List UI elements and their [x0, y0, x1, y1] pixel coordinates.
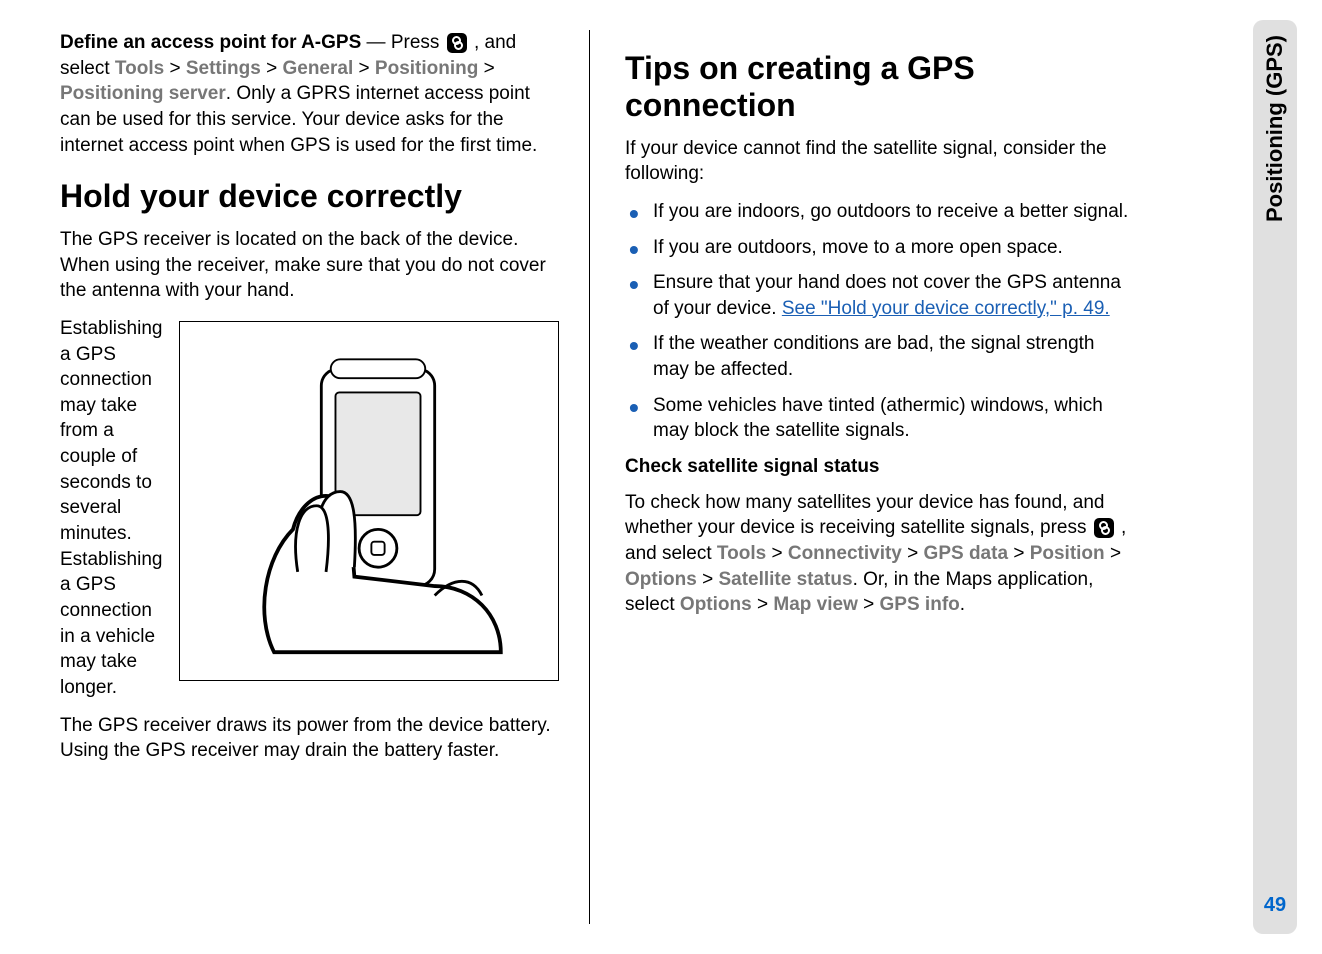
text-p1a: To check how many satellites your device…: [625, 492, 1105, 539]
nav-tools: Tools: [115, 58, 164, 79]
heading-tips-gps: Tips on creating a GPS connection: [625, 50, 1130, 124]
nav2-gps-data: GPS data: [924, 543, 1008, 564]
tips-list: If you are indoors, go outdoors to recei…: [625, 199, 1130, 444]
cross-ref-hold-device[interactable]: See "Hold your device correctly," p. 49.: [782, 298, 1110, 319]
nav2-tools: Tools: [717, 543, 766, 564]
page-number: 49: [1264, 892, 1286, 919]
gps-receiver-location-paragraph: The GPS receiver is located on the back …: [60, 227, 559, 304]
image-text-block: Establishing a GPS connection may take f…: [60, 316, 559, 713]
nav-general: General: [282, 58, 353, 79]
nav2-options: Options: [625, 569, 697, 590]
nav3-gps-info: GPS info: [880, 594, 960, 615]
tip-antenna: Ensure that your hand does not cover the…: [625, 270, 1130, 321]
nav-positioning: Positioning: [375, 58, 478, 79]
nav-positioning-server: Positioning server: [60, 83, 226, 104]
heading-hold-device: Hold your device correctly: [60, 178, 559, 215]
nav2-position: Position: [1030, 543, 1105, 564]
define-access-point-paragraph: Define an access point for A-GPS — Press…: [60, 30, 559, 158]
left-column: Define an access point for A-GPS — Press…: [50, 30, 590, 924]
nav-settings: Settings: [186, 58, 261, 79]
page-content: Define an access point for A-GPS — Press…: [0, 0, 1322, 954]
menu-key-icon: [1094, 518, 1114, 538]
tip-indoors: If you are indoors, go outdoors to recei…: [625, 199, 1130, 225]
nav2-satellite-status: Satellite status: [718, 569, 852, 590]
nav3-map-view: Map view: [773, 594, 857, 615]
right-column: Tips on creating a GPS connection If you…: [590, 30, 1150, 924]
tip-outdoors: If you are outdoors, move to a more open…: [625, 235, 1130, 261]
nav3-options: Options: [680, 594, 752, 615]
subheading-check-satellite: Check satellite signal status: [625, 454, 1130, 480]
tip-tinted-windows: Some vehicles have tinted (athermic) win…: [625, 393, 1130, 444]
gps-battery-paragraph: The GPS receiver draws its power from th…: [60, 713, 559, 764]
check-satellite-paragraph: To check how many satellites your device…: [625, 490, 1130, 618]
tip-weather: If the weather conditions are bad, the s…: [625, 331, 1130, 382]
tips-intro-paragraph: If your device cannot find the satellite…: [625, 136, 1130, 187]
hold-device-illustration: [179, 321, 559, 681]
bold-intro: Define an access point for A-GPS: [60, 32, 361, 53]
side-tab: Positioning (GPS) 49: [1253, 20, 1297, 934]
side-tab-label: Positioning (GPS): [1260, 35, 1290, 222]
menu-key-icon: [447, 33, 467, 53]
text-p1d: .: [960, 594, 965, 615]
text-dash: — Press: [361, 32, 444, 53]
nav2-connectivity: Connectivity: [788, 543, 902, 564]
